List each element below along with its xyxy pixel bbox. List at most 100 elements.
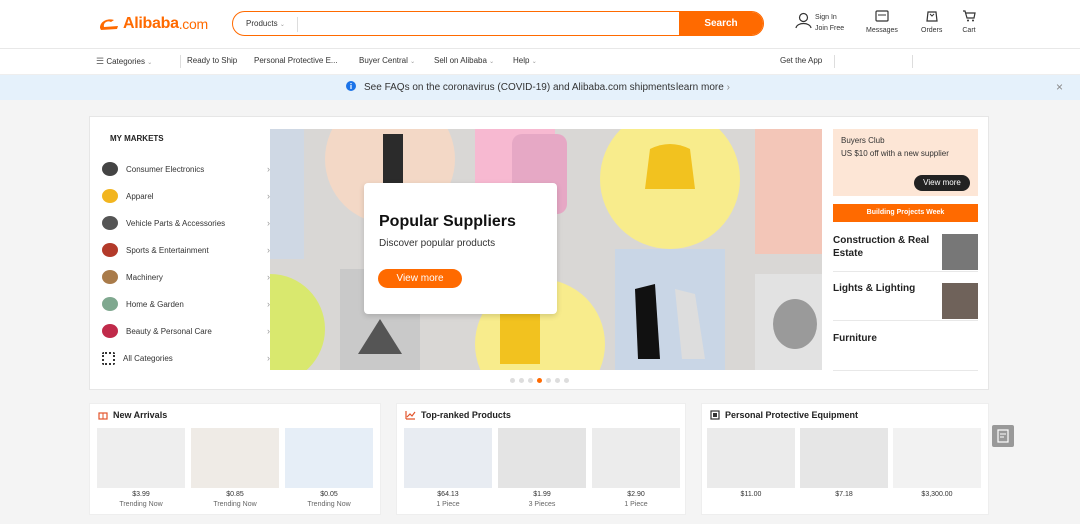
orders-icon [926,11,938,22]
carousel-dot-active[interactable] [537,378,542,383]
buyers-club-view-more-button[interactable]: View more [914,175,970,191]
join-free-link[interactable]: Join Free [815,23,844,34]
product-subtext: 1 Piece [624,501,648,508]
carousel-dot[interactable] [528,378,533,383]
hero-carousel[interactable]: Popular Suppliers Discover popular produ… [270,129,822,370]
product-image[interactable] [97,428,185,488]
carousel-dot[interactable] [546,378,551,383]
alibaba-logo-icon [98,17,120,31]
product-price: $11.00 [740,491,762,498]
category-item[interactable]: Machinery › [102,267,270,287]
ppe-card: Personal Protective Equipment $11.00 $7.… [701,403,989,515]
messages-button[interactable]: Messages [866,10,898,34]
gift-icon [98,412,108,420]
product-price: $2.90 [627,491,645,498]
message-icon [875,10,889,22]
category-label: Sports & Entertainment [126,245,209,255]
trending-icon [405,411,416,420]
chevron-down-icon: ⌄ [279,22,285,28]
carousel-dot[interactable] [519,378,524,383]
nav-item-sell[interactable]: Sell on Alibaba ⌄ [434,56,494,65]
nav-item-buyer-central[interactable]: Buyer Central ⌄ [359,56,415,65]
cart-icon [963,10,976,22]
top-header: Alibaba .com Products ⌄ Search Sign In Jo… [0,0,1080,49]
help-label: Help [513,56,530,65]
nav-item-help[interactable]: Help ⌄ [513,56,537,65]
cart-label: Cart [962,27,976,34]
product-subtext: Trending Now [119,501,163,508]
new-arrivals-card: New Arrivals $3.99 $0.85 $0.05 Trending … [89,403,381,515]
user-icon [795,12,812,29]
product-price: $64.13 [437,491,459,498]
buyers-club-offer: US $10 off with a new supplier [841,149,949,158]
product-image[interactable] [191,428,279,488]
product-subtext: 1 Piece [436,501,460,508]
category-label: Vehicle Parts & Accessories [126,218,226,228]
all-categories-icon [102,351,115,365]
category-label: Beauty & Personal Care [126,326,212,336]
category-item[interactable]: Vehicle Parts & Accessories › [102,213,270,233]
chevron-right-icon: › [726,82,730,93]
side-promos: Buyers Club US $10 off with a new suppli… [833,129,978,382]
logo-text: Alibaba [123,15,179,32]
nav-item-ready-to-ship[interactable]: Ready to Ship [187,56,237,65]
section-title-label: Personal Protective Equipment [725,410,859,420]
apparel-icon [102,189,118,203]
category-item[interactable]: Apparel › [102,186,270,206]
hero-subheading: Discover popular products [379,238,496,249]
secondary-nav: ☰ Categories ⌄ Ready to Ship Personal Pr… [0,49,1080,75]
search-button[interactable]: Search [679,12,763,35]
search-input[interactable] [298,12,679,35]
learn-more-link[interactable]: learn more › [676,82,730,93]
hero-view-more-button[interactable]: View more [378,269,462,288]
nav-divider [912,55,913,68]
product-image[interactable] [592,428,680,488]
carousel-dot[interactable] [510,378,515,383]
category-item[interactable]: Sports & Entertainment › [102,240,270,260]
product-price: $1.99 [533,491,551,498]
vehicle-parts-icon [102,216,118,230]
ppe-icon [710,410,720,420]
product-price: $0.85 [226,491,244,498]
product-image[interactable] [800,428,888,488]
orders-button[interactable]: Orders [921,10,942,34]
lighting-image [942,283,978,319]
product-subtext: Trending Now [307,501,351,508]
nav-divider [834,55,835,68]
category-item[interactable]: All Categories › [102,348,270,368]
my-markets-panel: MY MARKETS Consumer Electronics › Apparel… [89,116,989,390]
product-image[interactable] [893,428,981,488]
section-title: Top-ranked Products [405,410,511,420]
product-image[interactable] [404,428,492,488]
get-app-link[interactable]: Get the App [780,56,822,65]
side-item-lighting[interactable]: Lights & Lighting [833,283,978,321]
carousel-dot[interactable] [555,378,560,383]
feedback-icon[interactable] [992,425,1014,447]
sign-in-link[interactable]: Sign In [815,12,844,23]
category-label: Consumer Electronics [126,164,205,174]
carousel-dot[interactable] [564,378,569,383]
building-projects-banner[interactable]: Building Projects Week [833,204,978,222]
product-price: $3.99 [132,491,150,498]
category-item[interactable]: Consumer Electronics › [102,159,270,179]
product-image[interactable] [285,428,373,488]
alibaba-logo[interactable]: Alibaba .com [98,15,208,33]
home-garden-icon [102,297,118,311]
category-item[interactable]: Beauty & Personal Care › [102,321,270,341]
search-category-select[interactable]: Products ⌄ [233,17,298,32]
category-item[interactable]: Home & Garden › [102,294,270,314]
product-price: $7.18 [835,491,853,498]
top-ranked-card: Top-ranked Products $64.13 $1.99 $2.90 1… [396,403,686,515]
product-image[interactable] [707,428,795,488]
side-item-furniture[interactable]: Furniture [833,333,978,371]
side-item-construction[interactable]: Construction & Real Estate [833,234,978,272]
product-image[interactable] [498,428,586,488]
buyers-club-card[interactable]: Buyers Club US $10 off with a new suppli… [833,129,978,196]
account-menu[interactable]: Sign In Join Free [795,12,844,34]
categories-menu[interactable]: ☰ Categories ⌄ [96,56,152,67]
category-label: Apparel [126,191,154,201]
nav-item-ppe[interactable]: Personal Protective E... [254,56,338,65]
close-icon[interactable]: × [1056,80,1063,94]
info-icon [346,81,356,91]
cart-button[interactable]: Cart [962,10,976,34]
